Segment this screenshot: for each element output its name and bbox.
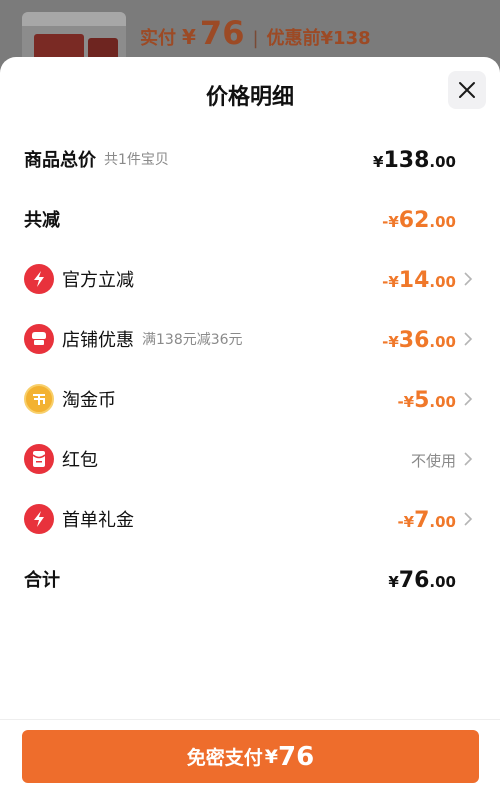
chevron-right-icon	[464, 452, 473, 466]
first-order-gift-row[interactable]: 首单礼金 -¥ 7 .00	[0, 499, 500, 539]
close-icon	[459, 82, 475, 98]
shop-discount-label: 店铺优惠	[62, 330, 134, 351]
total-row: 合计 ¥ 76 .00	[0, 559, 500, 599]
pay-button-currency: ¥	[264, 745, 279, 768]
item-count: 共1件宝贝	[104, 152, 169, 168]
subtotal-row: 商品总价 共1件宝贝 ¥ 138 .00	[0, 139, 500, 179]
pay-button-label: 免密支付	[186, 747, 263, 769]
official-discount-row[interactable]: 官方立减 -¥ 14 .00	[0, 259, 500, 299]
shop-discount-value: -¥ 36 .00	[382, 328, 456, 353]
original-price: 优惠前¥138	[266, 28, 371, 49]
price-detail-sheet: 价格明细 商品总价 共1件宝贝 ¥ 138 .00 共减 -¥ 62 .00 官…	[0, 57, 500, 804]
lightning-icon	[24, 264, 54, 294]
red-envelope-icon	[24, 444, 54, 474]
close-button[interactable]	[448, 71, 486, 109]
subtotal-label: 商品总价	[24, 150, 96, 171]
red-packet-status: 不使用	[410, 452, 456, 470]
chevron-right-icon	[464, 332, 473, 346]
sheet-title: 价格明细	[205, 85, 294, 110]
total-discount-label: 共减	[24, 210, 60, 231]
pay-button-amount: 76	[278, 741, 315, 772]
official-discount-label: 官方立减	[62, 270, 134, 291]
coins-row[interactable]: 淘金币 -¥ 5 .00	[0, 379, 500, 419]
subtotal-value: ¥ 138 .00	[373, 148, 456, 173]
red-packet-label: 红包	[62, 450, 98, 471]
first-order-gift-label: 首单礼金	[62, 510, 134, 531]
total-value: ¥ 76 .00	[388, 568, 456, 593]
total-discount-row: 共减 -¥ 62 .00	[0, 199, 500, 239]
shop-icon	[24, 324, 54, 354]
chevron-right-icon	[464, 392, 473, 406]
total-label: 合计	[24, 570, 60, 591]
shop-discount-row[interactable]: 店铺优惠 满138元减36元 -¥ 36 .00	[0, 319, 500, 359]
official-discount-value: -¥ 14 .00	[382, 268, 456, 293]
red-packet-row[interactable]: 红包 不使用	[0, 439, 500, 479]
paid-amount: 76	[199, 14, 245, 52]
price-separator: |	[252, 28, 259, 49]
chevron-right-icon	[464, 512, 473, 526]
shop-discount-rule: 满138元减36元	[142, 332, 243, 348]
coins-label: 淘金币	[62, 390, 116, 411]
first-order-gift-value: -¥ 7 .00	[397, 508, 456, 533]
coins-value: -¥ 5 .00	[397, 388, 456, 413]
background-price: 实付 ¥ 76 | 优惠前¥138	[140, 14, 371, 52]
paid-label: 实付	[140, 28, 176, 49]
red-packet-value: 不使用	[411, 439, 456, 479]
footer-divider	[0, 719, 500, 720]
gold-coin-icon	[24, 384, 54, 414]
paid-currency: ¥	[182, 25, 196, 49]
chevron-right-icon	[464, 272, 473, 286]
password-free-pay-button[interactable]: 免密支付 ¥ 76	[22, 730, 479, 783]
lightning-icon	[24, 504, 54, 534]
total-discount-value: -¥ 62 .00	[382, 208, 456, 233]
